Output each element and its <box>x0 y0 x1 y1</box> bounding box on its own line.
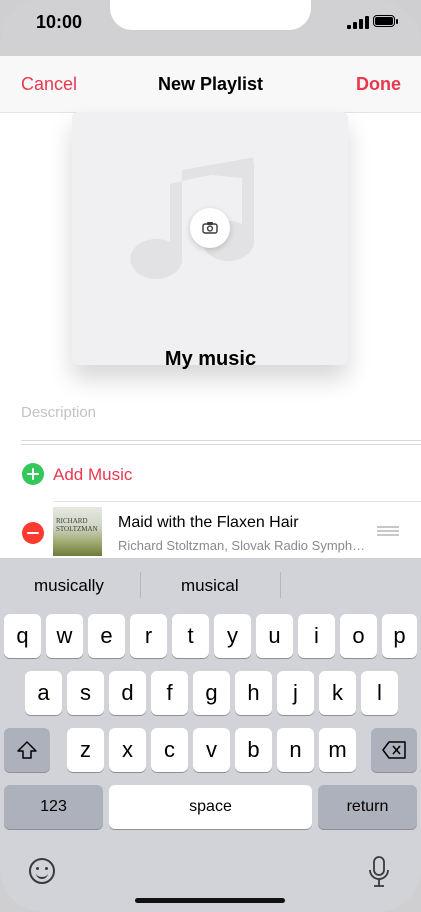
key-v[interactable]: v <box>193 728 230 772</box>
key-g[interactable]: g <box>193 671 230 715</box>
key-d[interactable]: d <box>109 671 146 715</box>
key-n[interactable]: n <box>277 728 314 772</box>
add-music-row[interactable]: Add Music <box>0 448 421 500</box>
song-artist: Richard Stoltzman, Slovak Radio Symph… <box>118 538 366 553</box>
key-q[interactable]: q <box>4 614 41 658</box>
add-music-label: Add Music <box>53 465 133 484</box>
backspace-key[interactable] <box>371 728 417 772</box>
status-bar: 10:00 <box>0 0 421 56</box>
suggestion-bar: musically musical <box>0 558 421 612</box>
key-m[interactable]: m <box>319 728 356 772</box>
artwork-text: RICHARD STOLTZMAN <box>56 517 98 533</box>
key-u[interactable]: u <box>256 614 293 658</box>
microphone-icon[interactable] <box>368 856 390 888</box>
key-t[interactable]: t <box>172 614 209 658</box>
key-r[interactable]: r <box>130 614 167 658</box>
notch <box>110 0 311 30</box>
nav-bar: Cancel New Playlist Done <box>0 56 421 113</box>
key-z[interactable]: z <box>67 728 104 772</box>
key-s[interactable]: s <box>67 671 104 715</box>
key-h[interactable]: h <box>235 671 272 715</box>
key-c[interactable]: c <box>151 728 188 772</box>
key-o[interactable]: o <box>340 614 377 658</box>
song-title: Maid with the Flaxen Hair <box>118 514 299 531</box>
battery-icon <box>373 15 398 27</box>
key-k[interactable]: k <box>319 671 356 715</box>
status-time: 10:00 <box>36 12 83 32</box>
suggestion-1[interactable]: musically <box>34 576 104 596</box>
playlist-name-field[interactable]: My music <box>0 348 421 371</box>
camera-icon <box>202 222 218 234</box>
key-p[interactable]: p <box>382 614 417 658</box>
screen: 10:00 Cancel New Playlist Done My music … <box>0 0 421 912</box>
key-a[interactable]: a <box>25 671 62 715</box>
numbers-key[interactable]: 123 <box>4 785 103 829</box>
key-i[interactable]: i <box>298 614 335 658</box>
keyboard: musically musical q w e r t y u i o p a … <box>0 558 421 912</box>
device-frame: 10:00 Cancel New Playlist Done My music … <box>0 0 421 912</box>
shift-key[interactable] <box>4 728 50 772</box>
description-field[interactable]: Description <box>21 404 96 421</box>
space-key[interactable]: space <box>109 785 312 829</box>
add-icon <box>22 463 44 485</box>
shift-icon <box>17 741 37 759</box>
signal-icon <box>347 15 369 29</box>
reorder-handle-icon[interactable] <box>377 526 399 536</box>
camera-button[interactable] <box>190 208 230 248</box>
divider <box>21 444 421 445</box>
divider <box>140 572 141 598</box>
key-j[interactable]: j <box>277 671 314 715</box>
home-indicator[interactable] <box>135 898 285 903</box>
key-e[interactable]: e <box>88 614 125 658</box>
emoji-icon[interactable] <box>29 858 55 884</box>
remove-icon[interactable] <box>22 522 44 544</box>
done-button[interactable]: Done <box>356 74 401 95</box>
key-f[interactable]: f <box>151 671 188 715</box>
return-key[interactable]: return <box>318 785 417 829</box>
key-w[interactable]: w <box>46 614 83 658</box>
key-x[interactable]: x <box>109 728 146 772</box>
key-b[interactable]: b <box>235 728 272 772</box>
key-y[interactable]: y <box>214 614 251 658</box>
suggestion-2[interactable]: musical <box>181 576 239 596</box>
playlist-artwork[interactable] <box>72 112 348 365</box>
divider <box>280 572 281 598</box>
new-playlist-sheet: Cancel New Playlist Done My music Descri… <box>0 56 421 558</box>
song-artwork: RICHARD STOLTZMAN <box>53 507 102 556</box>
divider <box>21 440 421 441</box>
backspace-icon <box>382 741 406 759</box>
song-row[interactable]: RICHARD STOLTZMAN Maid with the Flaxen H… <box>0 502 421 558</box>
key-l[interactable]: l <box>361 671 398 715</box>
